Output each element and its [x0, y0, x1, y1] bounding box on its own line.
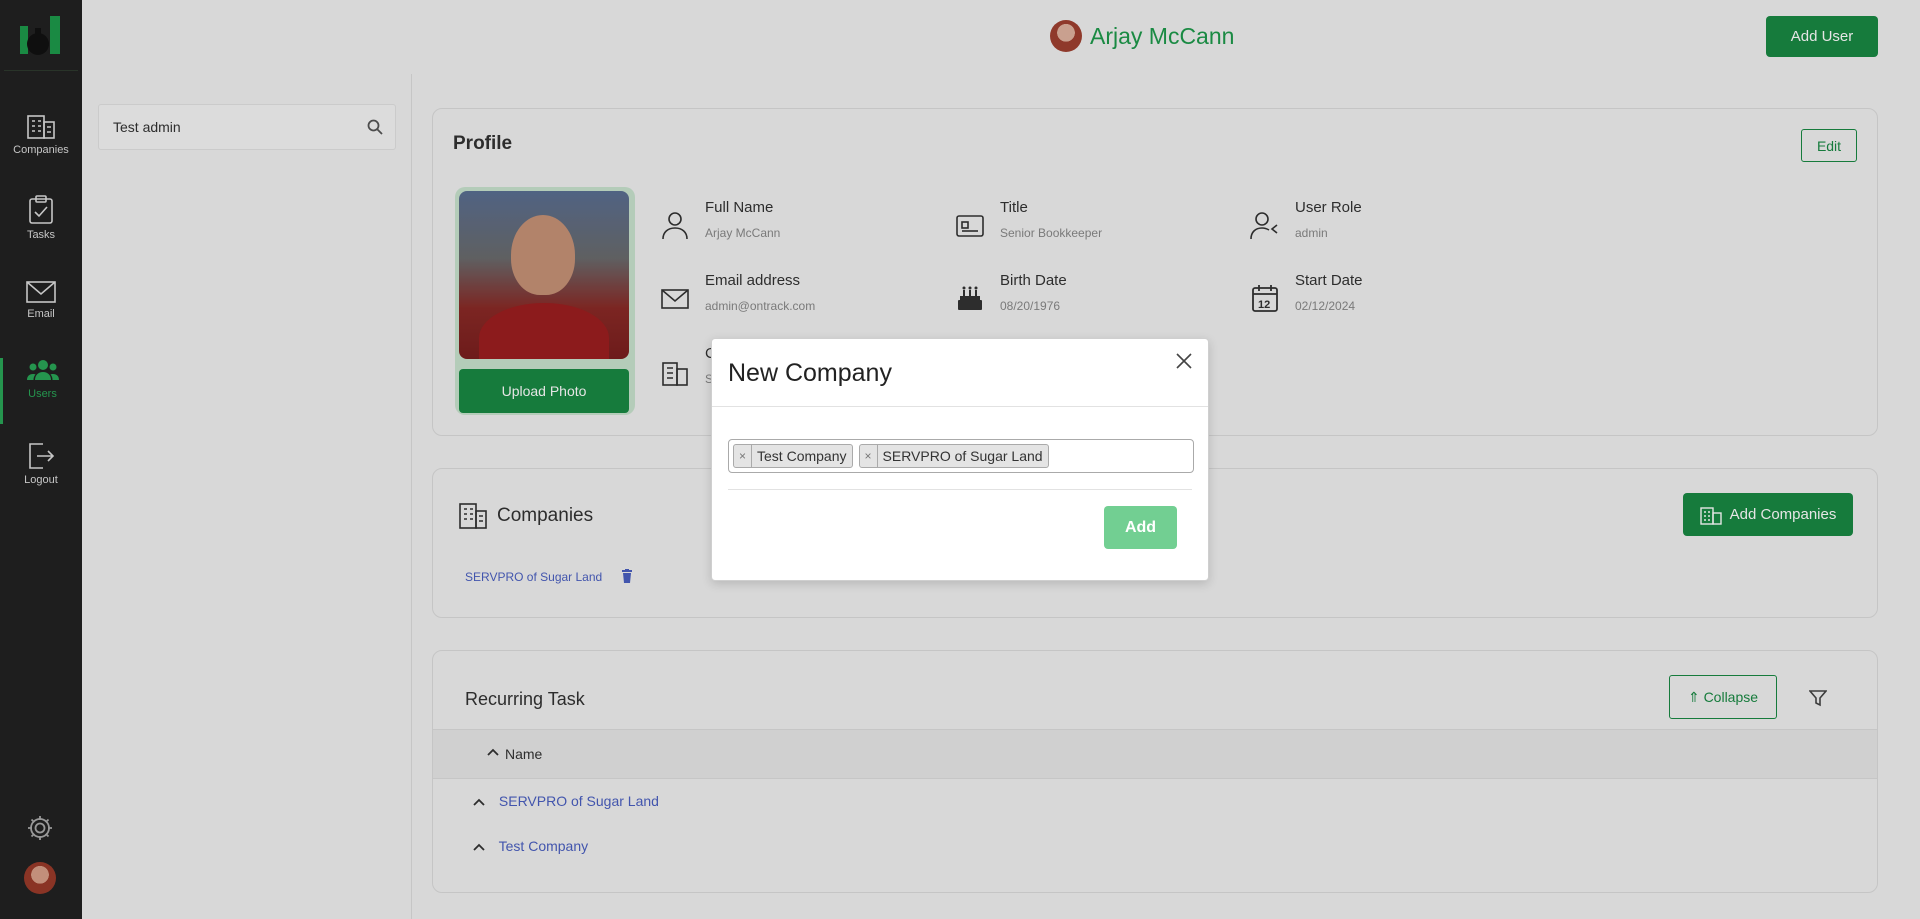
selected-company-tag: × Test Company [733, 444, 853, 468]
modal-title: New Company [728, 359, 892, 387]
close-icon[interactable] [1174, 351, 1194, 371]
company-multiselect[interactable]: × Test Company × SERVPRO of Sugar Land [728, 439, 1194, 473]
add-button[interactable]: Add [1104, 506, 1177, 549]
new-company-modal: New Company × Test Company × SERVPRO of … [711, 338, 1209, 581]
selected-company-tag: × SERVPRO of Sugar Land [858, 444, 1049, 468]
tag-label: Test Company [757, 448, 847, 464]
tag-label: SERVPRO of Sugar Land [882, 448, 1043, 464]
tag-remove-button[interactable]: × [860, 445, 878, 467]
modal-divider [728, 489, 1192, 490]
modal-divider [712, 406, 1208, 407]
tag-remove-button[interactable]: × [734, 445, 753, 467]
